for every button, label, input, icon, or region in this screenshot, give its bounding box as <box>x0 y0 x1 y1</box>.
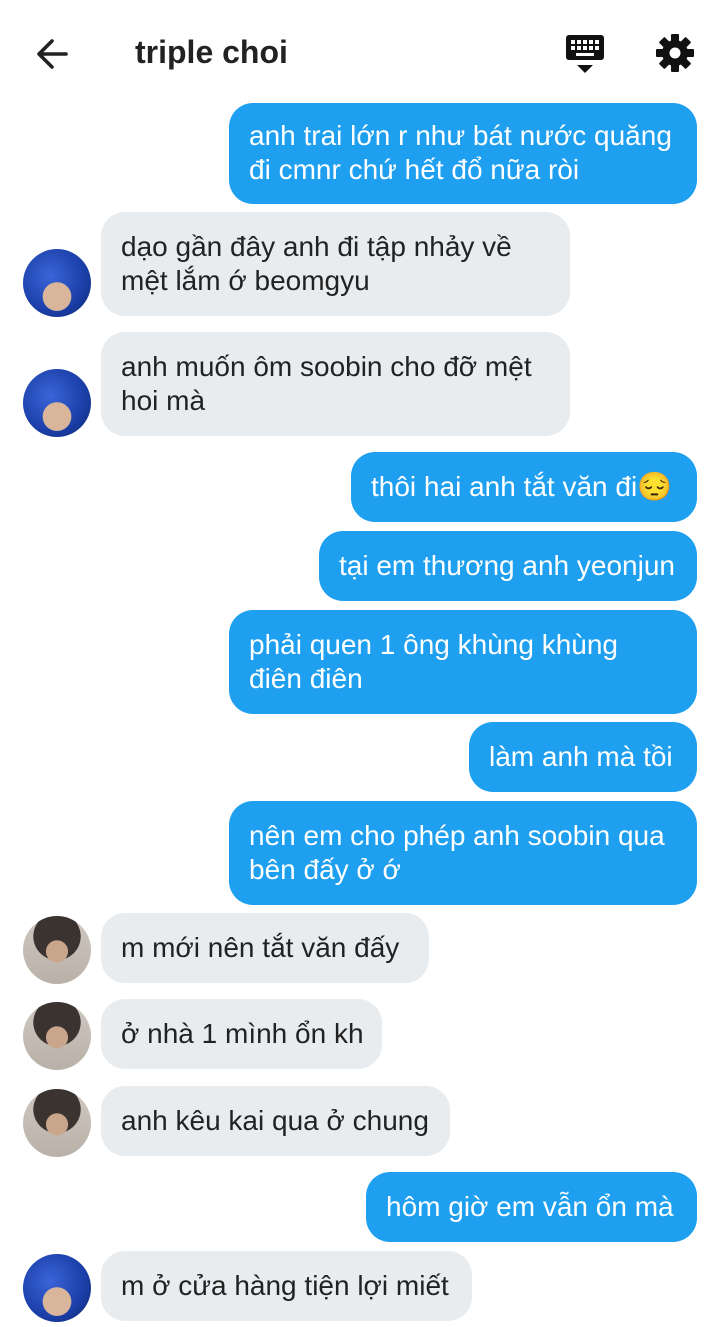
message-bubble-incoming[interactable]: anh kêu kai qua ở chung <box>101 1086 450 1156</box>
message-line: đi cmnr chứ hết đổ nữa ròi <box>249 154 580 185</box>
message-bubble-outgoing[interactable]: nên em cho phép anh soobin qua bên đấy ở… <box>229 801 697 905</box>
message-line: hoi mà <box>121 385 206 416</box>
message-bubble-incoming[interactable]: anh muốn ôm soobin cho đỡ mệt hoi mà <box>101 332 570 436</box>
message-line: anh kêu kai qua ở chung <box>121 1105 429 1136</box>
message-bubble-outgoing[interactable]: phải quen 1 ông khùng khùng điên điên <box>229 610 697 714</box>
message-line: thôi hai anh tắt văn đi😔 <box>371 471 673 502</box>
arrow-left-icon <box>37 39 68 69</box>
message-bubble-outgoing[interactable]: anh trai lớn r như bát nước quăng đi cmn… <box>229 103 697 204</box>
message-line: làm anh mà tồi <box>489 741 673 772</box>
chat-header: triple choi <box>0 0 720 104</box>
message-line: tại em thương anh yeonjun <box>339 550 675 581</box>
message-bubble-incoming[interactable]: m ở cửa hàng tiện lợi miết <box>101 1251 472 1321</box>
settings-button[interactable] <box>653 31 697 75</box>
back-button[interactable] <box>32 34 72 74</box>
message-bubble-outgoing[interactable]: hôm giờ em vẫn ổn mà <box>366 1172 697 1242</box>
message-bubble-incoming[interactable]: m mới nên tắt văn đấy <box>101 913 429 983</box>
gear-icon <box>656 34 694 72</box>
message-bubble-incoming[interactable]: ở nhà 1 mình ổn kh <box>101 999 382 1069</box>
avatar[interactable] <box>23 916 91 984</box>
message-line: nên em cho phép anh soobin qua <box>249 820 665 851</box>
message-line: bên đấy ở ớ <box>249 854 401 885</box>
avatar[interactable] <box>23 1002 91 1070</box>
keyboard-button[interactable] <box>563 32 607 76</box>
message-bubble-outgoing[interactable]: tại em thương anh yeonjun <box>319 531 697 601</box>
message-line: anh trai lớn r như bát nước quăng <box>249 120 672 151</box>
message-bubble-outgoing[interactable]: thôi hai anh tắt văn đi😔 <box>351 452 697 522</box>
message-line: m mới nên tắt văn đấy <box>121 932 400 963</box>
keyboard-icon <box>566 35 604 73</box>
message-line: dạo gần đây anh đi tập nhảy về <box>121 231 512 262</box>
avatar[interactable] <box>23 1089 91 1157</box>
avatar[interactable] <box>23 369 91 437</box>
message-line: hôm giờ em vẫn ổn mà <box>386 1191 674 1222</box>
message-line: anh muốn ôm soobin cho đỡ mệt <box>121 351 532 382</box>
message-bubble-outgoing[interactable]: làm anh mà tồi <box>469 722 697 792</box>
message-line: điên điên <box>249 663 363 694</box>
message-bubble-incoming[interactable]: dạo gần đây anh đi tập nhảy về mệt lắm ớ… <box>101 212 570 316</box>
chat-title: triple choi <box>135 34 288 70</box>
avatar[interactable] <box>23 1254 91 1322</box>
message-line: mệt lắm ớ beomgyu <box>121 265 370 296</box>
avatar[interactable] <box>23 249 91 317</box>
message-line: m ở cửa hàng tiện lợi miết <box>121 1270 449 1301</box>
message-line: phải quen 1 ông khùng khùng <box>249 629 618 660</box>
message-line: ở nhà 1 mình ổn kh <box>121 1018 364 1049</box>
